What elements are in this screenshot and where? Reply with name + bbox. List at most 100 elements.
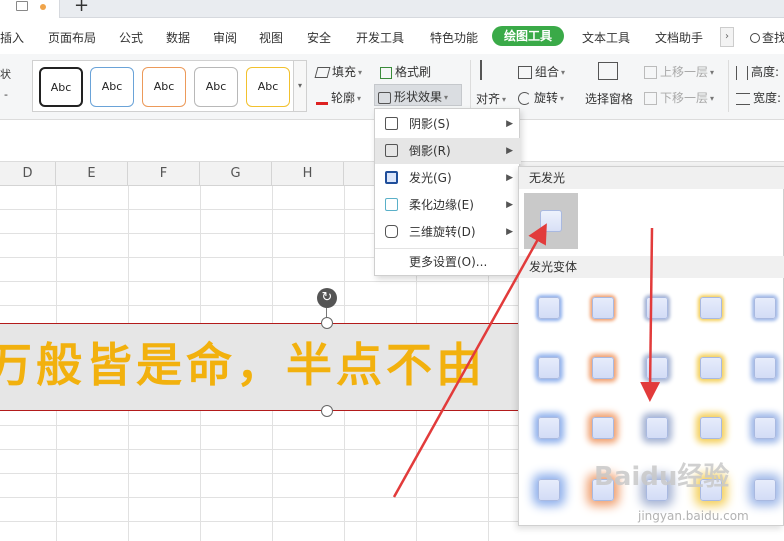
menu-item-reflection-label: 倒影(R): [409, 144, 451, 158]
column-header-g[interactable]: G: [200, 162, 272, 186]
outline-pen-icon: [316, 93, 328, 105]
shape-style-black[interactable]: Abc: [39, 67, 83, 107]
shape-style-orange[interactable]: Abc: [142, 67, 186, 107]
rotate-button[interactable]: 旋转 ▾: [518, 89, 564, 106]
selection-pane-button[interactable]: 选择窗格: [585, 90, 633, 107]
document-tab[interactable]: [0, 0, 60, 18]
glow-variant-option[interactable]: [754, 357, 776, 379]
ribbon-left-fragment-2: -: [4, 88, 8, 101]
glow-variant-option[interactable]: [754, 417, 776, 439]
glow-variant-option[interactable]: [592, 417, 614, 439]
glow-variant-option[interactable]: [646, 297, 668, 319]
glow-variant-option[interactable]: [538, 357, 560, 379]
submenu-arrow-icon: ▶: [506, 119, 513, 129]
menu-item-reflection[interactable]: 倒影(R) ▶: [375, 138, 521, 164]
column-header-h[interactable]: H: [272, 162, 344, 186]
rotate-handle-icon[interactable]: ↻: [317, 288, 337, 308]
shape-style-gallery: Abc Abc Abc Abc Abc: [32, 60, 298, 112]
send-backward-label: 下移一层: [660, 91, 709, 105]
glow-variant-option[interactable]: [592, 297, 614, 319]
resize-handle-bottom[interactable]: [321, 405, 333, 417]
shape-effects-menu: 阴影(S) ▶ 倒影(R) ▶ 发光(G) ▶ 柔化边缘(E) ▶ 三维旋转(D…: [374, 108, 521, 276]
column-header-f[interactable]: F: [128, 162, 200, 186]
glow-variant-option[interactable]: [754, 297, 776, 319]
menu-item-soft-edge-label: 柔化边缘(E): [409, 198, 474, 212]
gallery-more-icon[interactable]: ▾: [293, 60, 307, 112]
reflection-icon: [385, 144, 398, 157]
watermark-url: jingyan.baidu.com: [638, 509, 749, 523]
menu-insert[interactable]: 插入: [0, 29, 24, 46]
glow-variant-option[interactable]: [646, 417, 668, 439]
menu-item-more-settings-label: 更多设置(O)...: [409, 255, 488, 269]
glow-variant-option[interactable]: [700, 297, 722, 319]
rotate-label: 旋转: [534, 91, 559, 105]
ribbon-separator-2: [728, 60, 729, 112]
column-header-e[interactable]: E: [56, 162, 128, 186]
menu-data[interactable]: 数据: [166, 29, 190, 46]
format-painter-button[interactable]: 格式刷: [380, 63, 431, 80]
shape-text[interactable]: 万般皆是命，半点不由: [0, 335, 486, 395]
glow-variant-option[interactable]: [538, 417, 560, 439]
column-header-d[interactable]: D: [0, 162, 56, 186]
menu-doc-assistant[interactable]: 文档助手: [655, 29, 703, 46]
unsaved-indicator-icon: [40, 4, 46, 10]
align-label: 对齐: [476, 92, 501, 106]
menu-item-more-settings[interactable]: 更多设置(O)...: [375, 249, 521, 275]
bring-forward-icon: [644, 66, 657, 79]
menu-page-layout[interactable]: 页面布局: [48, 29, 96, 46]
group-button[interactable]: 组合 ▾: [518, 63, 565, 80]
menu-item-soft-edge[interactable]: 柔化边缘(E) ▶: [375, 192, 521, 218]
group-label: 组合: [535, 65, 560, 79]
menu-more-icon[interactable]: ›: [720, 27, 734, 47]
shape-style-blue[interactable]: Abc: [90, 67, 134, 107]
outline-button[interactable]: 轮廓 ▾: [316, 89, 361, 106]
glow-variant-option[interactable]: [538, 297, 560, 319]
watermark-logo: Baidu经验: [594, 462, 730, 492]
menu-special[interactable]: 特色功能: [430, 29, 478, 46]
menu-view[interactable]: 视图: [259, 29, 283, 46]
glow-variant-option[interactable]: [538, 479, 560, 501]
send-backward-button[interactable]: 下移一层 ▾: [644, 89, 714, 106]
no-glow-swatch-icon: [540, 210, 562, 232]
menu-item-glow[interactable]: 发光(G) ▶: [375, 165, 521, 191]
3d-rotation-icon: [385, 225, 398, 238]
submenu-arrow-icon: ▶: [506, 200, 513, 210]
menu-text-tools[interactable]: 文本工具: [582, 29, 630, 46]
shape-style-gray[interactable]: Abc: [194, 67, 238, 107]
glow-variant-option[interactable]: [700, 417, 722, 439]
submenu-arrow-icon: ▶: [506, 173, 513, 183]
shape-style-yellow[interactable]: Abc: [246, 67, 290, 107]
glow-variant-option[interactable]: [646, 357, 668, 379]
glow-variant-option[interactable]: [700, 357, 722, 379]
height-field[interactable]: 高度:: [736, 63, 779, 80]
menu-drawing-tools[interactable]: 绘图工具: [492, 26, 565, 46]
align-icon[interactable]: [480, 60, 503, 80]
menu-security[interactable]: 安全: [307, 29, 331, 46]
menu-item-shadow[interactable]: 阴影(S) ▶: [375, 111, 521, 137]
menu-review[interactable]: 审阅: [213, 29, 237, 46]
title-bar: +: [0, 0, 784, 18]
glow-variant-option[interactable]: [592, 357, 614, 379]
selection-pane-icon[interactable]: [598, 62, 621, 80]
align-button[interactable]: 对齐 ▾: [476, 90, 506, 107]
resize-handle-top[interactable]: [321, 317, 333, 329]
width-field[interactable]: 宽度:: [736, 89, 781, 106]
fill-button[interactable]: 填充 ▾: [314, 63, 362, 80]
menu-item-3d-rotation-label: 三维旋转(D): [409, 225, 476, 239]
bring-forward-label: 上移一层: [660, 65, 709, 79]
shadow-icon: [385, 117, 398, 130]
no-glow-option[interactable]: [524, 193, 578, 249]
no-glow-heading: 无发光: [519, 167, 784, 189]
menu-item-glow-label: 发光(G): [409, 171, 452, 185]
menu-item-3d-rotation[interactable]: 三维旋转(D) ▶: [375, 219, 521, 245]
new-tab-icon[interactable]: +: [74, 0, 89, 17]
glow-variant-option[interactable]: [754, 479, 776, 501]
menu-developer[interactable]: 开发工具: [356, 29, 404, 46]
submenu-arrow-icon: ▶: [506, 227, 513, 237]
fill-label: 填充: [332, 65, 357, 79]
group-icon: [518, 66, 532, 79]
search-menu[interactable]: 查找: [750, 29, 784, 46]
window-icon: [16, 1, 28, 11]
menu-formulas[interactable]: 公式: [119, 29, 143, 46]
bring-forward-button[interactable]: 上移一层 ▾: [644, 63, 714, 80]
